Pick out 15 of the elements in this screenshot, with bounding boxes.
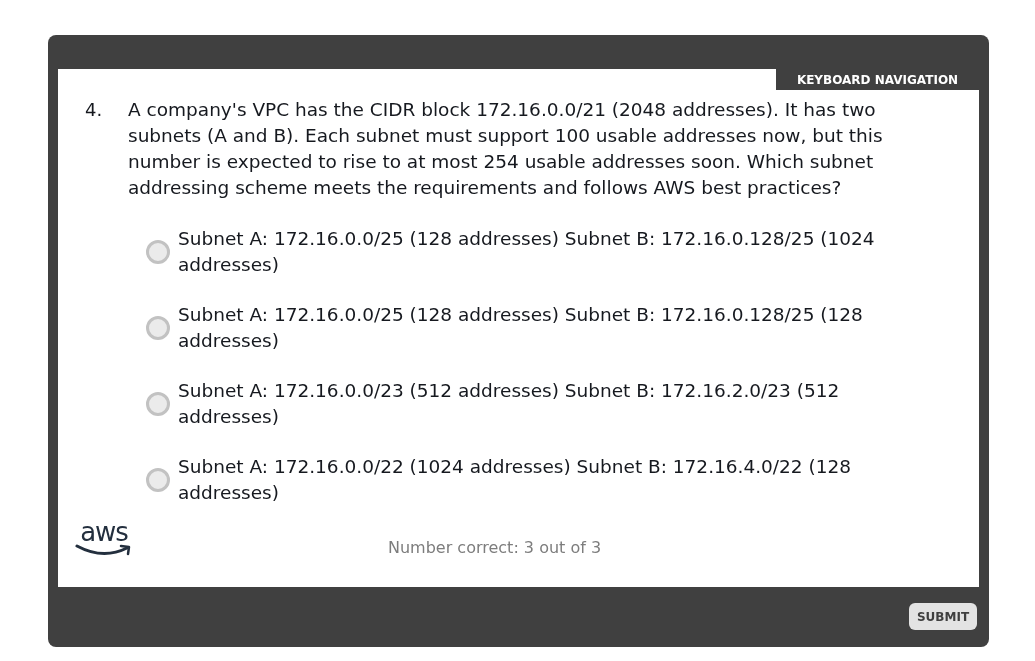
keyboard-navigation-tab[interactable]: KEYBOARD NAVIGATION bbox=[776, 69, 979, 90]
smile-arrow-icon bbox=[75, 544, 133, 558]
radio-button[interactable] bbox=[146, 316, 170, 340]
answer-option[interactable]: Subnet A: 172.16.0.0/25 (128 addresses) Subnet B: 172.16.0.128/25 (128 addresses) bbox=[178, 302, 913, 354]
logo-wordmark: aws bbox=[80, 520, 128, 544]
answer-option[interactable]: Subnet A: 172.16.0.0/25 (128 addresses) Subnet B: 172.16.0.128/25 (1024 addresses) bbox=[178, 226, 913, 278]
submit-button[interactable]: SUBMIT bbox=[909, 603, 977, 630]
question-text: A company's VPC has the CIDR block 172.16.0.0/21 (2048 addresses). It has two subnets (A and B). Each subnet must support 100 usable addresses now, but this number is expected to rise to at most 254 usable addresses soon. Which subnet addressing scheme meets the requirements and follows AWS best practices? bbox=[128, 98, 884, 200]
radio-button[interactable] bbox=[146, 392, 170, 416]
radio-button[interactable] bbox=[146, 468, 170, 492]
score-text: Number correct: 3 out of 3 bbox=[388, 537, 602, 559]
answer-option[interactable]: Subnet A: 172.16.0.0/22 (1024 addresses) Subnet B: 172.16.4.0/22 (128 addresses) bbox=[178, 454, 913, 506]
question-number: 4. bbox=[85, 98, 104, 122]
answer-option[interactable]: Subnet A: 172.16.0.0/23 (512 addresses) Subnet B: 172.16.2.0/23 (512 addresses) bbox=[178, 378, 913, 430]
radio-button[interactable] bbox=[146, 240, 170, 264]
